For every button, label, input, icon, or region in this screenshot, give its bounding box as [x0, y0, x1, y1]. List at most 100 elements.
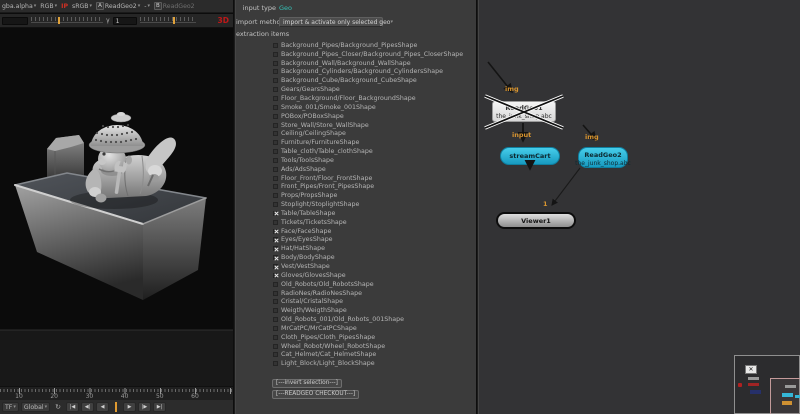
extraction-item-checkbox[interactable]: [273, 176, 278, 181]
extraction-item-row[interactable]: Face/FaceShape: [273, 227, 473, 236]
extraction-item-checkbox[interactable]: [273, 264, 278, 269]
input-a-selector[interactable]: A ReadGeo2 ▾: [96, 2, 140, 10]
extraction-item-row[interactable]: Vest/VestShape: [273, 262, 473, 271]
extraction-item-checkbox[interactable]: [273, 43, 278, 48]
node-viewer1[interactable]: Viewer1: [496, 212, 576, 229]
readgeo-checkout-button[interactable]: [---READGEO CHECKOUT---]: [272, 390, 359, 399]
extraction-item-row[interactable]: Cat_Helmet/Cat_HelmetShape: [273, 351, 473, 360]
extraction-item-checkbox[interactable]: [273, 105, 278, 110]
extraction-item-checkbox[interactable]: [273, 61, 278, 66]
viewer-3d-mode-indicator[interactable]: 3D: [218, 16, 231, 25]
extraction-item-checkbox[interactable]: [273, 255, 278, 260]
extraction-item-checkbox[interactable]: [273, 96, 278, 101]
extraction-item-checkbox[interactable]: [273, 229, 278, 234]
extraction-item-row[interactable]: Floor_Front/Floor_FrontShape: [273, 174, 473, 183]
channels-dropdown[interactable]: RGB ▾: [40, 3, 57, 10]
extraction-item-row[interactable]: Tools/ToolsShape: [273, 156, 473, 165]
extraction-item-row[interactable]: MrCatPC/MrCatPCShape: [273, 324, 473, 333]
viewer-lut-dropdown[interactable]: sRGB ▾: [72, 3, 92, 10]
extraction-item-row[interactable]: Table/TableShape: [273, 209, 473, 218]
extraction-item-row[interactable]: Front_Pipes/Front_PipesShape: [273, 183, 473, 192]
extraction-item-row[interactable]: Smoke_001/Smoke_001Shape: [273, 103, 473, 112]
extraction-item-checkbox[interactable]: [273, 317, 278, 322]
extraction-item-row[interactable]: Light_Block/Light_BlockShape: [273, 359, 473, 368]
extraction-item-row[interactable]: Old_Robots/Old_RobotsShape: [273, 280, 473, 289]
frame-format-dropdown[interactable]: TF ▾: [2, 402, 19, 412]
node-graph-minimap[interactable]: ✕: [734, 355, 800, 414]
input-process-toggle[interactable]: IP: [61, 3, 68, 10]
extraction-item-checkbox[interactable]: [273, 211, 278, 216]
extraction-item-row[interactable]: Cristal/CristalShape: [273, 297, 473, 306]
import-method-dropdown[interactable]: import & activate only selected geo ▾: [279, 17, 383, 27]
transport-button[interactable]: ▶|: [153, 402, 166, 412]
extraction-item-row[interactable]: Stoplight/StoplightShape: [273, 200, 473, 209]
extraction-item-row[interactable]: Background_Cylinders/Background_Cylinder…: [273, 68, 473, 77]
extraction-item-checkbox[interactable]: [273, 167, 278, 172]
gamma-slider-handle[interactable]: [173, 17, 175, 24]
extraction-item-row[interactable]: Old_Robots_001/Old_Robots_001Shape: [273, 315, 473, 324]
extraction-item-row[interactable]: Background_Wall/Background_WallShape: [273, 59, 473, 68]
gamma-slider[interactable]: [140, 16, 196, 25]
layer-dropdown[interactable]: gba.alpha ▾: [2, 3, 36, 10]
extraction-item-row[interactable]: Background_Cube/Background_CubeShape: [273, 76, 473, 85]
extraction-item-row[interactable]: Eyes/EyesShape: [273, 236, 473, 245]
extraction-item-row[interactable]: RadioNes/RadioNesShape: [273, 289, 473, 298]
extraction-item-checkbox[interactable]: [273, 149, 278, 154]
viewer-3d-viewport[interactable]: [0, 28, 233, 386]
extraction-item-checkbox[interactable]: [273, 140, 278, 145]
node-graph-pane[interactable]: ReadGeo1 the_junk_shop.abc streamCart Re…: [479, 0, 800, 414]
extraction-item-row[interactable]: Floor_Background/Floor_BackgroundShape: [273, 94, 473, 103]
extraction-item-row[interactable]: Ads/AdsShape: [273, 165, 473, 174]
extraction-item-checkbox[interactable]: [273, 69, 278, 74]
minimap-viewport-rect[interactable]: [770, 378, 800, 414]
extraction-item-checkbox[interactable]: [273, 123, 278, 128]
extraction-item-checkbox[interactable]: [273, 344, 278, 349]
extraction-item-row[interactable]: Ceiling/CeilingShape: [273, 129, 473, 138]
frame-range-dropdown[interactable]: Global ▾: [21, 402, 50, 412]
extraction-item-row[interactable]: Table_cloth/Table_clothShape: [273, 147, 473, 156]
extraction-item-checkbox[interactable]: [273, 308, 278, 313]
extraction-item-checkbox[interactable]: [273, 184, 278, 189]
extraction-item-row[interactable]: Weigth/WeigthShape: [273, 306, 473, 315]
extraction-item-row[interactable]: Wheel_Robot/Wheel_RobotShape: [273, 342, 473, 351]
invert-selection-button[interactable]: [---invert selection---]: [272, 379, 342, 388]
node-streamcart[interactable]: streamCart: [500, 147, 560, 165]
node-readgeo1[interactable]: ReadGeo1 the_junk_shop.abc: [492, 101, 556, 122]
extraction-item-checkbox[interactable]: [273, 202, 278, 207]
extraction-item-checkbox[interactable]: [273, 246, 278, 251]
loop-mode-icon[interactable]: ↻: [55, 403, 61, 411]
extraction-item-checkbox[interactable]: [273, 52, 278, 57]
extraction-item-row[interactable]: Background_Pipes/Background_PipesShape: [273, 41, 473, 50]
extraction-item-row[interactable]: Hat/HatShape: [273, 244, 473, 253]
extraction-item-row[interactable]: Cloth_Pipes/Cloth_PipesShape: [273, 333, 473, 342]
node-readgeo2[interactable]: ReadGeo2 the_junk_shop.abc: [578, 147, 628, 168]
extraction-item-checkbox[interactable]: [273, 273, 278, 278]
extraction-item-row[interactable]: Body/BodyShape: [273, 253, 473, 262]
gamma-input[interactable]: 1: [113, 17, 137, 25]
extraction-item-checkbox[interactable]: [273, 335, 278, 340]
extraction-item-checkbox[interactable]: [273, 291, 278, 296]
extraction-item-checkbox[interactable]: [273, 193, 278, 198]
gain-slider-handle[interactable]: [58, 17, 60, 24]
extraction-item-checkbox[interactable]: [273, 282, 278, 287]
transport-button[interactable]: ◀: [96, 402, 109, 412]
extraction-item-row[interactable]: Furniture/FurnitureShape: [273, 138, 473, 147]
transport-button[interactable]: ▶: [123, 402, 136, 412]
timeline-ruler[interactable]: 102030405060: [0, 386, 233, 400]
extraction-item-row[interactable]: Gears/GearsShape: [273, 85, 473, 94]
gain-slider[interactable]: [31, 16, 103, 25]
extraction-item-checkbox[interactable]: [273, 326, 278, 331]
extraction-item-checkbox[interactable]: [273, 158, 278, 163]
extraction-item-row[interactable]: POBox/POBoxShape: [273, 112, 473, 121]
extraction-item-checkbox[interactable]: [273, 87, 278, 92]
extraction-item-checkbox[interactable]: [273, 237, 278, 242]
input-b-selector[interactable]: B ReadGeo2: [154, 2, 195, 10]
transport-button[interactable]: ◀|: [81, 402, 94, 412]
extraction-item-checkbox[interactable]: [273, 114, 278, 119]
extraction-item-row[interactable]: Props/PropsShape: [273, 191, 473, 200]
current-frame-playhead[interactable]: [115, 402, 117, 412]
extraction-item-row[interactable]: Gloves/GlovesShape: [273, 271, 473, 280]
extraction-item-row[interactable]: Store_Wall/Store_WallShape: [273, 121, 473, 130]
extraction-item-checkbox[interactable]: [273, 131, 278, 136]
extraction-item-checkbox[interactable]: [273, 361, 278, 366]
